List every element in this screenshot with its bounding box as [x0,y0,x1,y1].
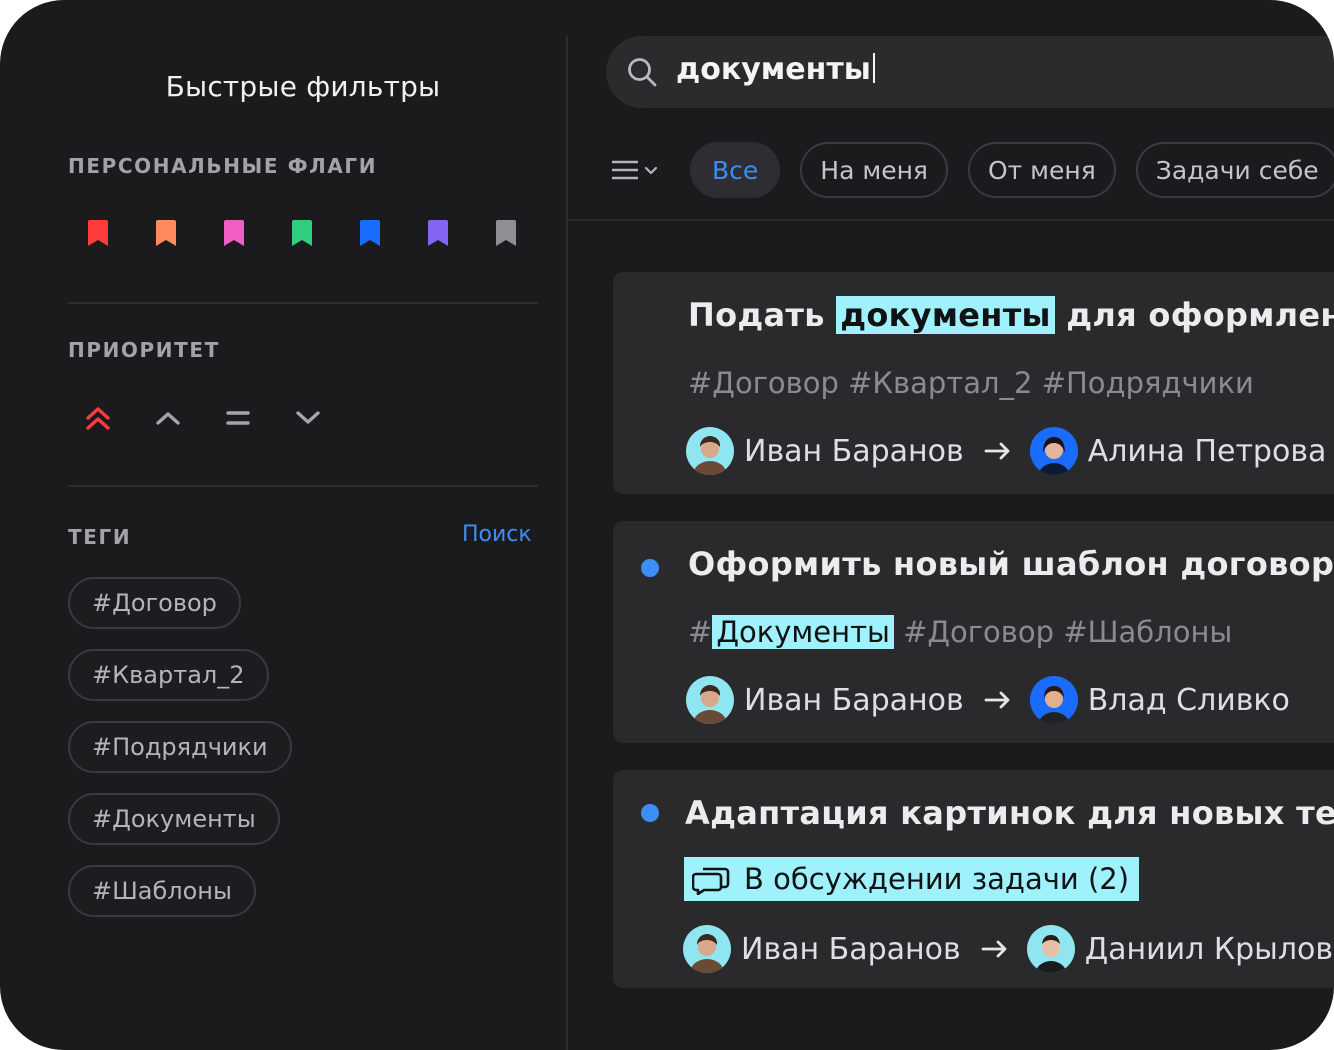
flag-purple-filter[interactable] [426,218,450,248]
task-card[interactable]: Оформить новый шаблон договора # Документ… [613,521,1334,743]
bookmark-icon [156,220,176,246]
unread-indicator [641,804,659,822]
task-card[interactable]: Адаптация картинок для новых тем В обсуж… [613,770,1334,988]
tab-assigned-to-me[interactable]: На меня [800,142,948,198]
chat-bubbles-icon [692,867,730,895]
tab-self-tasks[interactable]: Задачи себе [1135,142,1334,198]
priority-highest-filter[interactable] [84,400,112,436]
bookmark-icon [224,220,244,246]
tag-list: #Договор #Квартал_2 #Подрядчики #Докумен… [68,577,292,917]
tag-chip[interactable]: #Подрядчики [68,721,292,773]
chevron-down-icon [644,166,658,175]
priority-high-filter[interactable] [154,400,182,436]
flag-green-filter[interactable] [290,218,314,248]
arrow-right-icon [984,691,1010,709]
flag-filter-list [86,218,518,248]
avatar [686,427,734,475]
assignee-name: Влад Сливко [1087,682,1290,718]
sidebar-divider-1 [68,302,538,304]
bookmark-icon [428,220,448,246]
task-tags: #Договор #Квартал_2 #Подрядчики [688,366,1254,400]
double-chevron-up-icon [86,407,110,430]
task-tags-text: # [688,615,713,649]
sidebar-divider-2 [68,485,538,487]
assignee-name: Алина Петрова [1087,433,1327,469]
bookmark-icon [88,220,108,246]
search-highlight: Документы [712,615,894,649]
assignee-name: Даниил Крылов [1084,931,1334,967]
task-title: Оформить новый шаблон договора [688,545,1334,583]
flag-red-filter[interactable] [86,218,110,248]
task-tags: # Документы #Договор #Шаблоны [688,615,1232,649]
filter-row-divider [568,219,1334,221]
quick-filters-sidebar: Быстрые фильтры ПЕРСОНАЛЬНЫЕ ФЛАГИ ПРИОР… [0,0,566,1050]
task-title: Подать документы для оформления [688,296,1334,334]
task-assignment: Иван Баранов Даниил Крылов [683,925,1333,973]
search-highlight: документы [836,296,1055,334]
unread-indicator [641,559,659,577]
task-assignment: Иван Баранов Алина Петрова [686,427,1326,475]
avatar [683,925,731,973]
sidebar-border [566,36,568,1050]
discussion-badge[interactable]: В обсуждении задачи (2) [684,857,1140,901]
sidebar-title: Быстрые фильтры [165,70,441,103]
flags-heading: ПЕРСОНАЛЬНЫЕ ФЛАГИ [68,154,378,178]
chevron-down-icon [296,411,320,424]
flag-blue-filter[interactable] [358,218,382,248]
discussion-label: В обсуждении задачи (2) [744,862,1130,896]
priority-heading: ПРИОРИТЕТ [68,338,220,362]
task-title-text: для оформления [1066,296,1334,334]
flag-pink-filter[interactable] [222,218,246,248]
tags-heading: ТЕГИ [68,525,132,549]
view-menu-button[interactable] [612,160,670,180]
task-tags-text: #Договор #Шаблоны [893,615,1233,649]
arrow-right-icon [984,442,1010,460]
bookmark-icon [360,220,380,246]
filter-tabs: Все На меня От меня Задачи себе [612,142,1334,198]
avatar [1029,676,1078,724]
tab-all[interactable]: Все [690,142,781,198]
equals-icon [226,411,250,425]
search-query: документы [676,52,875,87]
search-query-text: документы [676,52,871,87]
search-input[interactable]: документы [606,36,1334,108]
search-icon [628,58,657,87]
tag-chip[interactable]: #Квартал_2 [68,649,269,701]
avatar [1029,427,1078,475]
hamburger-icon [612,160,638,180]
tag-chip[interactable]: #Договор [68,577,241,629]
priority-medium-filter[interactable] [224,400,252,436]
author-name: Иван Баранов [741,931,961,967]
task-assignment: Иван Баранов Влад Сливко [686,676,1290,724]
tag-chip[interactable]: #Документы [68,793,280,845]
arrow-right-icon [981,940,1007,958]
avatar [686,676,734,724]
chevron-up-icon [156,412,180,425]
task-title-text: Подать [688,296,837,334]
author-name: Иван Баранов [744,682,964,718]
tag-chip[interactable]: #Шаблоны [68,865,256,917]
priority-filter-list [84,400,322,436]
app-window: Быстрые фильтры ПЕРСОНАЛЬНЫЕ ФЛАГИ ПРИОР… [0,0,1334,1050]
avatar [1026,925,1075,973]
priority-low-filter[interactable] [294,400,322,436]
tab-created-by-me[interactable]: От меня [967,142,1116,198]
flag-gray-filter[interactable] [494,218,518,248]
tags-search-link[interactable]: Поиск [462,522,532,547]
author-name: Иван Баранов [744,433,964,469]
task-card[interactable]: Подать документы для оформления #Договор… [613,272,1334,494]
bookmark-icon [292,220,312,246]
bookmark-icon [496,220,516,246]
text-caret [872,53,875,83]
flag-orange-filter[interactable] [154,218,178,248]
task-title: Адаптация картинок для новых тем [685,794,1334,832]
